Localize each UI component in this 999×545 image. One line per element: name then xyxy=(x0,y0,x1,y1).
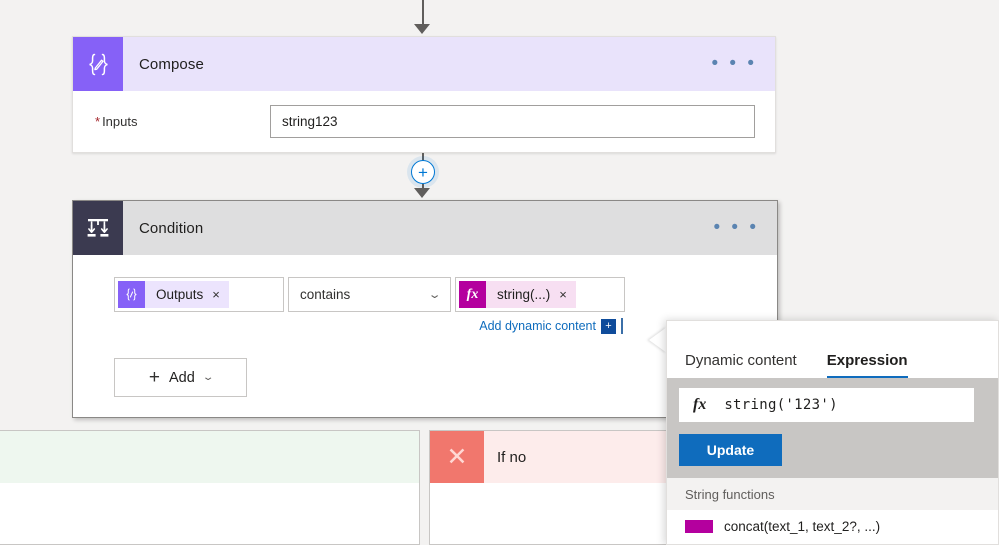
condition-operator-value: contains xyxy=(300,287,351,302)
add-row-button[interactable]: + Add ⌄ xyxy=(114,358,247,397)
compose-card-menu-button[interactable]: • • • xyxy=(711,54,757,73)
arrow-down-icon xyxy=(414,24,430,34)
function-list-item[interactable]: concat(text_1, text_2?, ...) xyxy=(667,519,998,534)
function-label: concat(text_1, text_2?, ...) xyxy=(724,519,881,534)
expression-flyout-panel[interactable]: Dynamic content Expression fx string('12… xyxy=(666,320,999,545)
condition-branch-icon xyxy=(73,201,123,255)
outputs-token-remove-icon[interactable]: × xyxy=(212,288,220,301)
add-row-button-label: Add xyxy=(168,369,195,386)
flow-designer-canvas: Compose • • • * Inputs string123 + Condi… xyxy=(0,0,999,545)
fx-icon-2: fx xyxy=(693,396,707,413)
string-functions-section-title: String functions xyxy=(667,478,998,510)
update-button[interactable]: Update xyxy=(679,434,782,466)
condition-right-operand[interactable]: fx string(...) × xyxy=(455,277,625,312)
expression-token-body: string(...) × xyxy=(486,281,576,308)
string-functions-list: concat(text_1, text_2?, ...) xyxy=(667,510,998,534)
compose-card-header[interactable]: Compose • • • xyxy=(73,37,775,91)
expression-token-label: string(...) xyxy=(497,287,551,302)
outputs-token-label: Outputs xyxy=(156,287,204,302)
compose-braces-pencil-icon xyxy=(73,37,123,91)
add-dynamic-content-row: Add dynamic content + xyxy=(114,318,623,334)
add-dynamic-content-badge[interactable]: + xyxy=(601,318,616,334)
expression-input[interactable]: fx string('123') xyxy=(679,388,974,422)
fx-swatch-icon xyxy=(685,520,713,533)
condition-card-title: Condition xyxy=(139,219,204,237)
plus-icon: + xyxy=(148,367,160,388)
branch-if-yes[interactable] xyxy=(0,430,420,545)
chevron-down-icon-2: ⌄ xyxy=(201,372,215,383)
outputs-token-body: Outputs × xyxy=(145,281,229,308)
required-marker: * xyxy=(95,114,101,129)
expression-input-value: string('123') xyxy=(724,397,838,413)
inputs-input[interactable]: string123 xyxy=(270,105,755,138)
add-dynamic-content-link[interactable]: Add dynamic content xyxy=(479,319,596,333)
arrow-down-icon-2 xyxy=(414,188,430,198)
outputs-token[interactable]: Outputs × xyxy=(118,281,229,308)
inputs-label-text: Inputs xyxy=(102,114,138,129)
tab-expression[interactable]: Expression xyxy=(826,352,908,378)
branch-if-no-title: If no xyxy=(497,448,527,466)
insert-step-button[interactable]: + xyxy=(411,160,435,184)
chevron-down-icon: ⌄ xyxy=(427,289,442,301)
compose-card-title: Compose xyxy=(139,55,204,73)
expression-token-remove-icon[interactable]: × xyxy=(559,288,567,301)
flyout-pointer xyxy=(649,327,667,353)
compose-braces-icon xyxy=(118,281,145,308)
compose-card[interactable]: Compose • • • * Inputs string123 xyxy=(72,36,776,153)
flyout-tabs: Dynamic content Expression xyxy=(667,321,998,378)
compose-card-body: * Inputs string123 xyxy=(73,91,775,138)
expression-token[interactable]: fx string(...) × xyxy=(459,281,576,308)
fx-icon: fx xyxy=(459,281,486,308)
tab-dynamic-content[interactable]: Dynamic content xyxy=(685,352,797,378)
condition-operator-select[interactable]: contains ⌄ xyxy=(288,277,451,312)
inputs-field-label: * Inputs xyxy=(95,114,270,129)
branch-if-yes-header[interactable] xyxy=(0,431,419,483)
condition-card-header[interactable]: Condition • • • xyxy=(73,201,777,255)
condition-left-operand[interactable]: Outputs × xyxy=(114,277,284,312)
text-caret xyxy=(621,318,623,334)
connector-line xyxy=(422,0,424,26)
expression-editor-zone: fx string('123') Update xyxy=(667,378,998,478)
condition-card-menu-button[interactable]: • • • xyxy=(713,218,759,237)
condition-expression-row: Outputs × contains ⌄ fx string(...) × xyxy=(114,277,777,312)
x-close-icon: ✕ xyxy=(430,431,484,483)
